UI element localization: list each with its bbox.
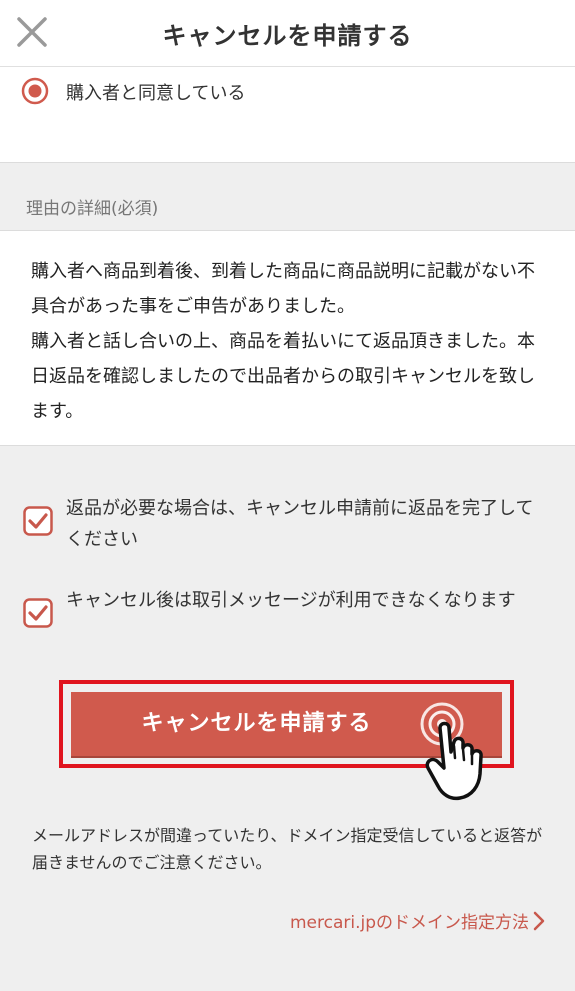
- reason-radio-selected-icon[interactable]: [21, 77, 49, 105]
- tap-hand-icon: [420, 702, 483, 801]
- email-notice-text: メールアドレスが間違っていたり、ドメイン指定受信していると返答が届きませんのでご…: [32, 826, 543, 872]
- checkbox-return-required-label[interactable]: 返品が必要な場合は、キャンセル申請前に返品を完了してください: [66, 493, 546, 555]
- domain-settings-link[interactable]: mercari.jpのドメイン指定方法: [290, 908, 529, 933]
- page-title: キャンセルを申請する: [162, 22, 413, 50]
- details-section-label: 理由の詳細(必須): [26, 199, 159, 219]
- checkbox-messages-unavailable-icon[interactable]: [23, 598, 53, 628]
- chevron-right-icon[interactable]: [533, 911, 545, 931]
- header-bar: キャンセルを申請する: [0, 0, 575, 67]
- reason-option-label[interactable]: 購入者と同意している: [66, 79, 245, 105]
- checkbox-return-required-icon[interactable]: [23, 506, 53, 536]
- checkbox-messages-unavailable-label[interactable]: キャンセル後は取引メッセージが利用できなくなります: [66, 585, 546, 616]
- details-text[interactable]: 購入者へ商品到着後、到着した商品に商品説明に記載がない不具合があった事をご申告が…: [31, 254, 551, 429]
